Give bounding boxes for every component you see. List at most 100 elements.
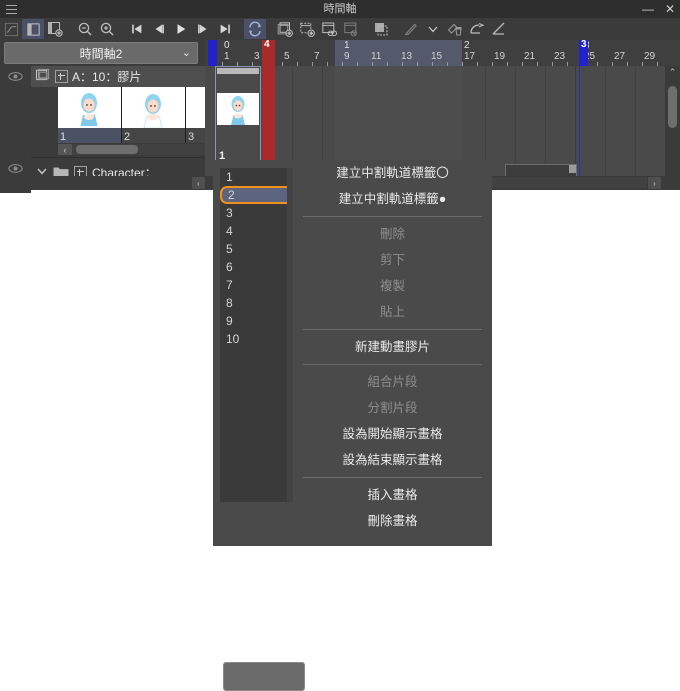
ruler-highlight-band: [335, 40, 462, 66]
thumbnail-number: 3: [188, 131, 195, 143]
thumbnail-image: [58, 87, 121, 128]
track-row[interactable]: A：10：膠片 1 2 3 ‹: [0, 66, 250, 162]
window-titlebar: 時間軸 — ✕: [0, 0, 680, 18]
toolbar-separator: [236, 19, 244, 39]
show-layer-panel-icon[interactable]: [22, 19, 44, 39]
visibility-eye-icon[interactable]: [0, 66, 31, 162]
timeline-toolbar: [0, 18, 680, 41]
smooth-interpolation-icon[interactable]: [466, 19, 488, 39]
thumbnail-cell[interactable]: 2: [122, 87, 186, 143]
ruler-frame-label: 13: [401, 51, 413, 62]
toolbar-separator: [266, 19, 274, 39]
menu-item-create-inbetween-label-open[interactable]: 建立中割軌道標籤〇: [293, 160, 492, 186]
hamburger-menu-icon[interactable]: [0, 0, 22, 18]
thumbnail-image: [122, 87, 185, 128]
go-to-end-icon[interactable]: [214, 19, 236, 39]
ruler-second-label: 2: [464, 40, 470, 51]
ruler-frame-label: 9: [344, 51, 350, 62]
end-frame-marker[interactable]: 4: [262, 40, 275, 66]
menu-item-paste: 貼上: [379, 305, 405, 319]
timeline-selector-value: 時間軸2: [79, 46, 123, 61]
delete-cel-icon[interactable]: [340, 19, 362, 39]
loop-playback-icon[interactable]: [244, 19, 266, 39]
menu-item-new-animation-cel[interactable]: 新建動畫膠片: [293, 334, 492, 360]
menu-separator: [303, 477, 482, 478]
ruler-frame-label: 1: [224, 51, 230, 62]
ruler-frame-label: 11: [371, 51, 382, 62]
scroll-right-arrow-icon[interactable]: ›: [648, 177, 661, 189]
minimize-button[interactable]: —: [642, 0, 654, 18]
ruler-frame-label: 15: [431, 51, 443, 62]
timeline-selector[interactable]: 時間軸2 ⌄: [4, 42, 198, 64]
menu-item-split-clip: 分割片段: [367, 401, 418, 415]
ruler-frame-label: 23: [554, 51, 566, 62]
frame-list[interactable]: 1 2 3 4 5 6 7 8 9 10: [220, 168, 300, 502]
timeline-vertical-scrollbar[interactable]: ⌃ ⌄: [665, 66, 680, 190]
zoom-out-icon[interactable]: [74, 19, 96, 39]
toolbar-separator: [392, 19, 400, 39]
toolbar-separator: [66, 19, 74, 39]
thumbnail-number: 2: [124, 131, 131, 143]
delete-keyframe-icon[interactable]: [444, 19, 466, 39]
ruler-frame-label: 3: [254, 51, 260, 62]
frame-list-action-button[interactable]: [223, 662, 305, 691]
step-back-icon[interactable]: [148, 19, 170, 39]
cel-clip-thumbnail: [217, 93, 259, 125]
thumbnail-cell[interactable]: 1: [58, 87, 122, 143]
timeline-ruler[interactable]: 0 1 2 3 1 3 5 7 9 11 13 15 17 19 21 23 2…: [205, 40, 680, 67]
specify-cels-icon[interactable]: [318, 19, 340, 39]
scroll-left-arrow-icon[interactable]: ‹: [192, 177, 205, 189]
onion-skin-icon[interactable]: [400, 19, 422, 39]
chevron-down-icon: ⌄: [181, 47, 191, 59]
toolbar-separator: [118, 19, 126, 39]
new-animation-folder-icon[interactable]: [296, 19, 318, 39]
playhead-marker[interactable]: 3: [579, 40, 588, 66]
menu-item-delete-frame[interactable]: 刪除畫格: [293, 508, 492, 534]
menu-separator: [303, 329, 482, 330]
new-animation-cel-icon[interactable]: [274, 19, 296, 39]
menu-item-cut: 剪下: [379, 253, 405, 267]
step-forward-icon[interactable]: [192, 19, 214, 39]
play-icon[interactable]: [170, 19, 192, 39]
ruler-frame-label: 27: [614, 51, 626, 62]
track-list: A：10：膠片 1 2 3 ‹ Character：: [0, 66, 250, 193]
scroll-up-arrow-icon[interactable]: ⌃: [665, 66, 680, 79]
close-button[interactable]: ✕: [664, 0, 676, 18]
toolbar-separator: [362, 19, 370, 39]
thumbnail-number: 1: [60, 131, 67, 143]
onion-skin-dropdown-icon[interactable]: [422, 19, 444, 39]
window-title: 時間軸: [323, 3, 357, 15]
menu-item-set-start-frame[interactable]: 設為開始顯示畫格: [293, 421, 492, 447]
menu-item-create-inbetween-label-filled[interactable]: 建立中割軌道標籤●: [293, 186, 492, 212]
end-frame-band: [262, 66, 275, 163]
window-controls: — ✕: [642, 0, 676, 18]
ruler-second-label: 1: [344, 40, 350, 51]
menu-item-combine-clip: 組合片段: [367, 375, 418, 389]
start-frame-marker[interactable]: [208, 40, 217, 66]
ruler-frame-label: 5: [284, 51, 290, 62]
animation-folder-icon: [36, 68, 51, 85]
ruler-frame-label: 29: [644, 51, 656, 62]
menu-item-set-end-frame[interactable]: 設為結束顯示畫格: [293, 447, 492, 473]
animation-cel-clip[interactable]: 1: [215, 66, 261, 164]
copy-cel-icon[interactable]: [370, 19, 392, 39]
zoom-in-icon[interactable]: [96, 19, 118, 39]
track-header-panel: 時間軸2 ⌄ A：10：膠片 1 2 3 ‹ Character：: [0, 40, 250, 193]
add-layer-panel-icon[interactable]: [44, 19, 66, 39]
menu-separator: [303, 364, 482, 365]
cel-clip-handle[interactable]: [217, 68, 259, 74]
plus-box-icon[interactable]: [55, 70, 68, 83]
scroll-left-arrow-icon[interactable]: ‹: [58, 144, 72, 155]
end-frame-marker-label: 4: [264, 40, 270, 50]
graph-editor-icon[interactable]: [0, 19, 22, 39]
menu-item-insert-frame[interactable]: 插入畫格: [293, 482, 492, 508]
linear-interpolation-icon[interactable]: [488, 19, 510, 39]
scrollbar-thumb[interactable]: [76, 145, 138, 154]
ruler-frame-label: 19: [494, 51, 506, 62]
menu-item-delete: 刪除: [379, 227, 405, 241]
highlight-column-band: [335, 66, 462, 163]
go-to-start-icon[interactable]: [126, 19, 148, 39]
menu-separator: [303, 216, 482, 217]
vscrollbar-thumb[interactable]: [668, 86, 677, 128]
ruler-frame-label: 7: [314, 51, 320, 62]
